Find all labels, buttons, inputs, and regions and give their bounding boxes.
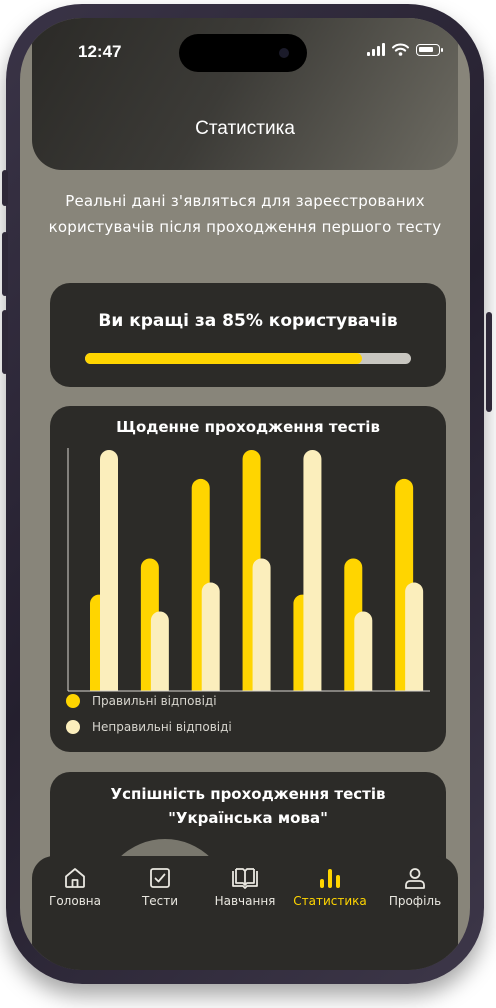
tab-statistics[interactable]: Статистика	[287, 866, 373, 908]
rank-progress-fill	[85, 353, 363, 364]
page-title: Статистика	[195, 118, 295, 139]
bottom-tab-bar: Головна Тести Навчання Статистика Профіл…	[32, 856, 458, 970]
rank-card: Ви кращі за 85% користувачів	[50, 283, 446, 387]
rank-text: Ви кращі за 85% користувачів	[98, 311, 398, 331]
status-icons	[367, 43, 443, 56]
clock: 12:47	[78, 42, 122, 61]
volume-down-button	[2, 310, 8, 374]
bar-incorrect-7	[405, 582, 424, 700]
tab-tests[interactable]: Тести	[117, 866, 203, 908]
bar-chart-icon	[320, 869, 340, 888]
bar-incorrect-4	[252, 558, 271, 700]
bar-incorrect-3	[201, 582, 220, 700]
tab-home-label: Головна	[49, 894, 101, 908]
tab-learning[interactable]: Навчання	[202, 866, 288, 908]
registration-notice: Реальні дані з'являться для зареєстрован…	[48, 192, 442, 236]
legend-incorrect: Неправильні відповіді	[66, 720, 232, 734]
tab-statistics-label: Статистика	[293, 894, 367, 908]
bar-incorrect-5	[303, 450, 322, 700]
legend-correct: Правильні відповіді	[66, 694, 217, 708]
rank-progress-bar	[85, 353, 411, 364]
legend-incorrect-swatch	[66, 720, 80, 734]
user-icon	[405, 868, 425, 889]
wifi-icon	[392, 43, 409, 56]
checkbox-icon	[150, 868, 170, 888]
success-title-line2: "Українська мова"	[168, 809, 328, 827]
home-icon	[65, 868, 85, 888]
legend-incorrect-label: Неправильні відповіді	[92, 720, 232, 734]
tab-home[interactable]: Головна	[32, 866, 118, 908]
volume-up-button	[2, 232, 8, 296]
bar-incorrect-2	[150, 611, 169, 700]
power-button	[486, 312, 492, 412]
legend-correct-label: Правильні відповіді	[92, 694, 217, 708]
dynamic-island	[179, 34, 307, 72]
cellular-signal-icon	[367, 43, 385, 56]
success-title-line1: Успішність проходження тестів	[110, 785, 386, 803]
tab-profile[interactable]: Профіль	[372, 866, 458, 908]
success-title: Успішність проходження тестів "Українськ…	[50, 782, 446, 830]
daily-chart-card: Щоденне проходження тестів Правильні від…	[50, 406, 446, 752]
status-bar: 12:47	[20, 18, 470, 78]
book-icon	[232, 868, 258, 889]
battery-icon	[416, 43, 443, 56]
bar-incorrect-1	[100, 450, 118, 700]
action-button	[2, 170, 8, 206]
tab-tests-label: Тести	[141, 894, 179, 908]
legend-correct-swatch	[66, 694, 80, 708]
app-screen: Статистика 12:47 Реальні дані з'являться…	[20, 18, 470, 970]
tab-learning-label: Навчання	[214, 894, 276, 908]
camera-icon	[279, 48, 289, 58]
bar-incorrect-6	[354, 611, 373, 700]
tab-profile-label: Профіль	[388, 894, 442, 908]
